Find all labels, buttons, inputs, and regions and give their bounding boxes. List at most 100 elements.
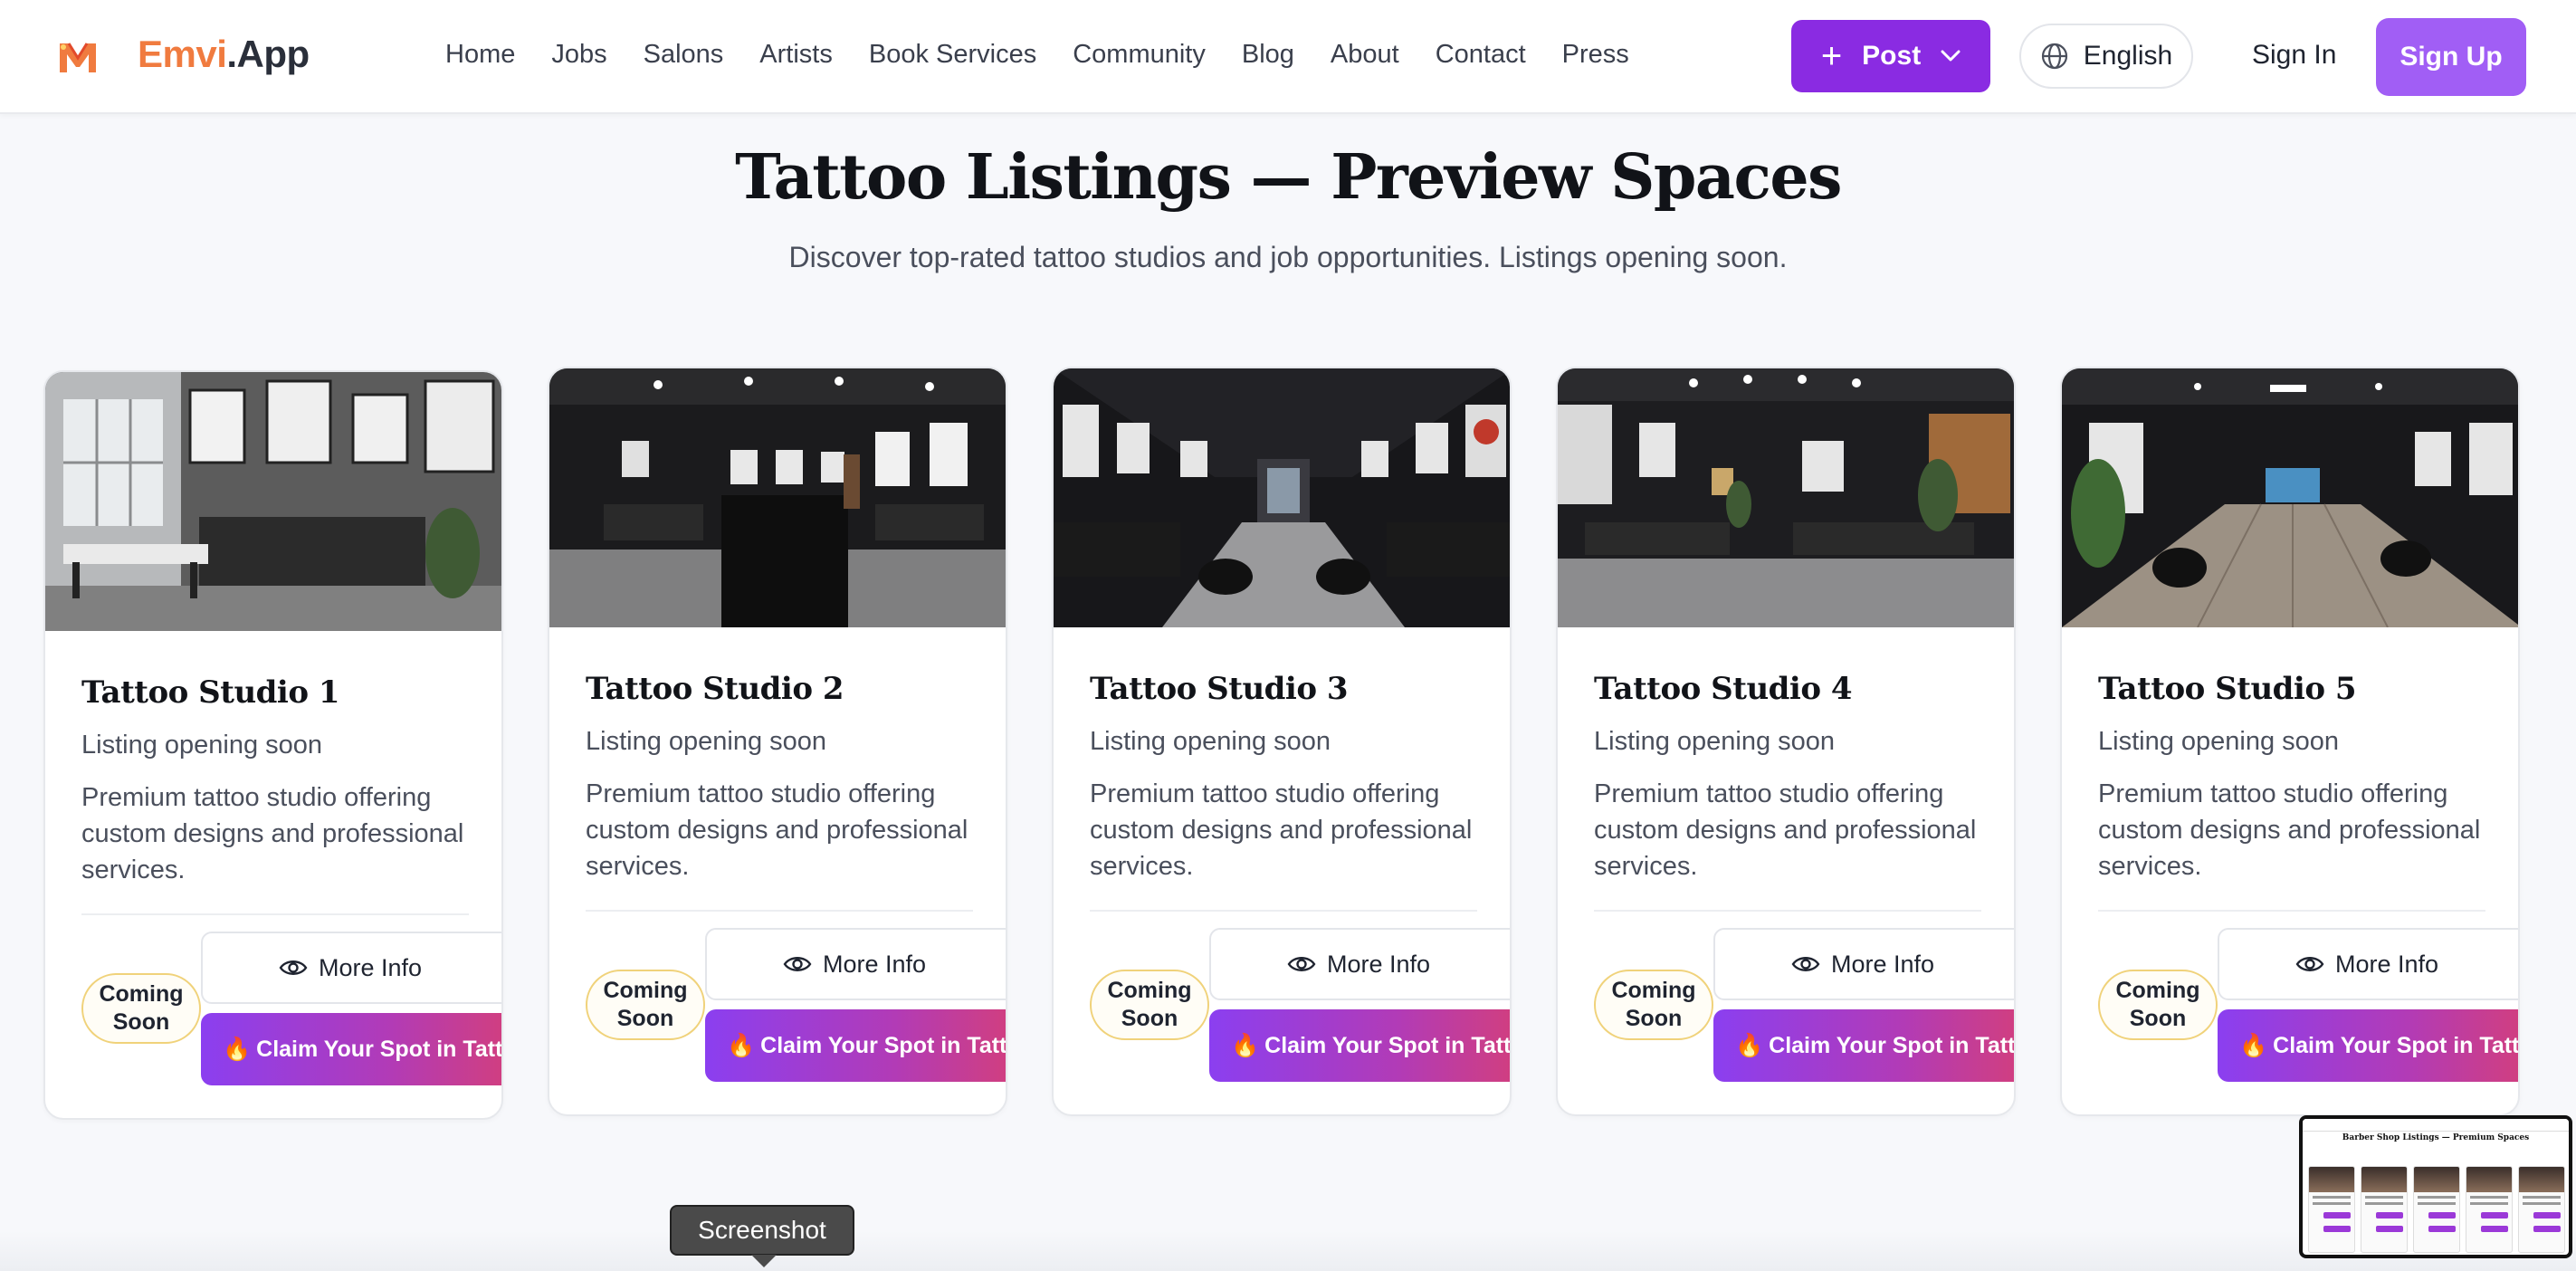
language-label: English (2083, 41, 2173, 71)
thumbnail-card (2308, 1166, 2355, 1253)
studio-photo (1054, 368, 1510, 627)
listing-cards: Tattoo Studio 1 Listing opening soon Pre… (43, 367, 2520, 1120)
card-divider (81, 913, 469, 915)
bottom-fade (0, 1231, 2576, 1271)
more-info-label: More Info (1830, 950, 1935, 978)
nav-link-artists[interactable]: Artists (759, 40, 833, 76)
tooltip-arrow (751, 1255, 777, 1267)
claim-spot-button[interactable]: 🔥 Claim Your Spot in Tattoo (1209, 1009, 1512, 1082)
status-badge: Coming Soon (1594, 970, 1713, 1040)
card-status: Listing opening soon (2098, 727, 2340, 756)
studio-photo (45, 372, 501, 631)
fire-icon: 🔥 (1735, 1032, 1764, 1058)
thumbnail-card (2413, 1166, 2460, 1253)
page-subtitle: Discover top-rated tattoo studios and jo… (788, 241, 1788, 273)
thumbnail-card (2361, 1166, 2408, 1253)
more-info-label: More Info (1326, 950, 1431, 978)
post-button-label: Post (1862, 41, 1922, 71)
eye-icon (783, 957, 812, 971)
nav-link-jobs[interactable]: Jobs (551, 40, 606, 76)
status-badge: Coming Soon (1090, 970, 1209, 1040)
card-description: Premium tattoo studio offering custom de… (1594, 779, 1977, 881)
sign-in-link[interactable]: Sign In (2252, 40, 2336, 71)
studio-photo (549, 368, 1006, 627)
more-info-button[interactable]: More Info (705, 928, 1006, 1000)
nav-link-blog[interactable]: Blog (1242, 40, 1294, 76)
listing-card: Tattoo Studio 5 Listing opening soon Pre… (2060, 367, 2520, 1116)
card-status: Listing opening soon (1594, 727, 1836, 756)
thumbnail-card (2466, 1166, 2513, 1253)
nav-link-press[interactable]: Press (1562, 40, 1629, 76)
card-status: Listing opening soon (81, 731, 323, 760)
claim-spot-label: Claim Your Spot in Tattoo (760, 1032, 1007, 1058)
nav-link-about[interactable]: About (1331, 40, 1399, 76)
listing-card: Tattoo Studio 1 Listing opening soon Pre… (43, 370, 503, 1120)
eye-icon (279, 960, 308, 975)
page-title: Tattoo Listings — Preview Spaces (735, 141, 1842, 214)
nav-link-contact[interactable]: Contact (1436, 40, 1526, 76)
status-badge: Coming Soon (586, 970, 705, 1040)
screenshot-thumbnail[interactable]: Barber Shop Listings — Premium Spaces (2299, 1115, 2572, 1258)
more-info-label: More Info (2334, 950, 2439, 978)
fire-icon: 🔥 (1231, 1032, 1260, 1058)
nav-link-home[interactable]: Home (445, 40, 515, 76)
card-title: Tattoo Studio 5 (2098, 671, 2357, 707)
thumbnail-title: Barber Shop Listings — Premium Spaces (2342, 1133, 2530, 1142)
claim-spot-button[interactable]: 🔥 Claim Your Spot in Tattoo (705, 1009, 1007, 1082)
card-title: Tattoo Studio 4 (1594, 671, 1853, 707)
language-selector[interactable]: English (2019, 24, 2193, 89)
globe-icon (2041, 43, 2067, 70)
claim-spot-label: Claim Your Spot in Tattoo (1264, 1032, 1512, 1058)
fire-icon: 🔥 (727, 1032, 756, 1058)
thumbnail-card (2518, 1166, 2565, 1253)
card-description: Premium tattoo studio offering custom de… (81, 783, 464, 884)
emvi-logo-icon[interactable] (56, 38, 100, 76)
status-badge: Coming Soon (81, 973, 201, 1044)
listing-card: Tattoo Studio 3 Listing opening soon Pre… (1052, 367, 1512, 1116)
listing-card: Tattoo Studio 2 Listing opening soon Pre… (548, 367, 1007, 1116)
claim-spot-label: Claim Your Spot in Tattoo (1769, 1032, 2016, 1058)
claim-spot-button[interactable]: 🔥 Claim Your Spot in Tattoo (201, 1013, 503, 1085)
navbar: Emvi.App Home Jobs Salons Artists Book S… (0, 0, 2576, 114)
card-status: Listing opening soon (586, 727, 827, 756)
eye-icon (1287, 957, 1316, 971)
status-badge: Coming Soon (2098, 970, 2218, 1040)
more-info-button[interactable]: More Info (201, 932, 501, 1004)
more-info-button[interactable]: More Info (1209, 928, 1510, 1000)
eye-icon (2295, 957, 2324, 971)
brand-name[interactable]: Emvi.App (138, 33, 310, 76)
card-description: Premium tattoo studio offering custom de… (1090, 779, 1473, 881)
thumbnail-navbar (2303, 1119, 2569, 1132)
screenshot-tooltip: Screenshot (670, 1205, 854, 1256)
post-button[interactable]: + Post (1791, 20, 1990, 92)
brand-part-app: .App (226, 33, 310, 75)
card-title: Tattoo Studio 1 (81, 674, 340, 711)
fire-icon: 🔥 (2239, 1032, 2268, 1058)
nav-link-book-services[interactable]: Book Services (869, 40, 1036, 76)
studio-photo (1558, 368, 2014, 627)
studio-photo (2062, 368, 2518, 627)
more-info-button[interactable]: More Info (1713, 928, 2014, 1000)
card-title: Tattoo Studio 3 (1090, 671, 1349, 707)
nav-link-salons[interactable]: Salons (644, 40, 724, 76)
eye-icon (1791, 957, 1820, 971)
more-info-label: More Info (318, 953, 423, 981)
fire-icon: 🔥 (223, 1036, 252, 1062)
claim-spot-button[interactable]: 🔥 Claim Your Spot in Tattoo (1713, 1009, 2016, 1082)
card-title: Tattoo Studio 2 (586, 671, 844, 707)
card-divider (586, 910, 973, 912)
claim-spot-button[interactable]: 🔥 Claim Your Spot in Tattoo (2218, 1009, 2520, 1082)
card-divider (1090, 910, 1477, 912)
sign-up-button[interactable]: Sign Up (2376, 18, 2526, 96)
listing-card: Tattoo Studio 4 Listing opening soon Pre… (1556, 367, 2016, 1116)
card-divider (2098, 910, 2485, 912)
more-info-label: More Info (822, 950, 927, 978)
chevron-down-icon (1941, 50, 1961, 62)
brand-part-emvi: Emvi (138, 33, 227, 75)
card-description: Premium tattoo studio offering custom de… (2098, 779, 2481, 881)
more-info-button[interactable]: More Info (2218, 928, 2518, 1000)
claim-spot-label: Claim Your Spot in Tattoo (2273, 1032, 2520, 1058)
claim-spot-label: Claim Your Spot in Tattoo (256, 1036, 503, 1062)
nav-link-community[interactable]: Community (1073, 40, 1206, 76)
plus-icon: + (1820, 36, 1843, 76)
